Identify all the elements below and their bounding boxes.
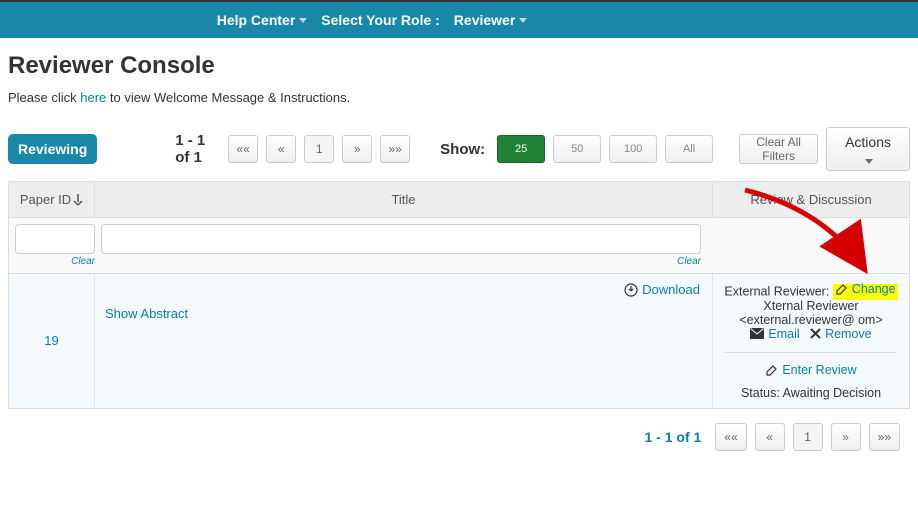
- reviewer-menu[interactable]: Reviewer: [454, 12, 527, 28]
- col-header-paper-id-label: Paper ID: [20, 192, 71, 207]
- download-icon: [624, 283, 638, 297]
- edit-icon: [835, 283, 848, 296]
- change-highlight: Change: [833, 284, 898, 300]
- show-50-button[interactable]: 50: [553, 135, 601, 163]
- enter-review-label: Enter Review: [782, 363, 856, 377]
- remove-link[interactable]: Remove: [810, 327, 872, 341]
- pager-first-button[interactable]: ««: [715, 423, 746, 451]
- pager-page-button[interactable]: 1: [793, 423, 823, 451]
- footer-pager: 1 - 1 of 1 «« « 1 » »»: [8, 409, 910, 471]
- separator: [725, 352, 897, 353]
- grid-header-row: Paper ID Title Review & Discussion: [9, 182, 909, 218]
- instructions-suffix: to view Welcome Message & Instructions.: [106, 90, 350, 105]
- help-center-label: Help Center: [217, 12, 296, 28]
- download-label: Download: [642, 282, 700, 297]
- caret-down-icon: [519, 18, 527, 23]
- col-header-title[interactable]: Title: [95, 182, 713, 217]
- remove-icon: [810, 328, 821, 339]
- download-link[interactable]: Download: [624, 282, 700, 297]
- actions-menu-button[interactable]: Actions: [826, 127, 910, 171]
- instructions: Please click here to view Welcome Messag…: [8, 90, 910, 105]
- enter-review-link[interactable]: Enter Review: [765, 363, 856, 377]
- controls-row: Reviewing 1 - 1 of 1 «« « 1 » »» Show: 2…: [8, 127, 910, 171]
- external-reviewer-label: External Reviewer:: [724, 285, 829, 299]
- page-title: Reviewer Console: [8, 52, 910, 80]
- reviewer-name: Xternal Reviewer: [719, 299, 903, 313]
- col-header-title-label: Title: [391, 192, 415, 207]
- filter-title-input[interactable]: [101, 224, 701, 254]
- filter-rd-cell: [707, 224, 903, 267]
- caret-down-icon: [299, 18, 307, 23]
- actions-label: Actions: [845, 134, 891, 150]
- paper-id-cell: 19: [9, 274, 95, 408]
- show-all-button[interactable]: All: [665, 135, 713, 163]
- caret-down-icon: [865, 159, 873, 164]
- instructions-link[interactable]: here: [80, 90, 106, 105]
- col-header-rd-label: Review & Discussion: [750, 192, 871, 207]
- select-role-label: Select Your Role :: [321, 12, 440, 28]
- reviewing-tab[interactable]: Reviewing: [8, 134, 97, 164]
- email-label: Email: [768, 327, 799, 341]
- filter-paper-id-clear[interactable]: Clear: [15, 256, 95, 267]
- table-row: 19 Download Show Abstract External Revie…: [9, 274, 909, 408]
- pager-first-button[interactable]: ««: [228, 135, 258, 163]
- reviewer-label: Reviewer: [454, 12, 515, 28]
- grid-filter-row: Clear Clear: [9, 218, 909, 274]
- edit-icon: [765, 364, 778, 377]
- pager-last-button[interactable]: »»: [869, 423, 900, 451]
- results-grid: Paper ID Title Review & Discussion Clear…: [8, 181, 910, 409]
- topbar: Help Center Select Your Role : Reviewer: [0, 0, 918, 38]
- title-cell: Download Show Abstract: [95, 274, 713, 408]
- pager-next-button[interactable]: »: [831, 423, 861, 451]
- col-header-paper-id[interactable]: Paper ID: [9, 182, 95, 217]
- show-abstract-link[interactable]: Show Abstract: [105, 306, 188, 321]
- select-role-text: Select Your Role :: [321, 12, 440, 28]
- filter-paper-id-input[interactable]: [15, 224, 95, 254]
- change-link[interactable]: Change: [835, 282, 896, 296]
- review-discussion-cell: External Reviewer: Change Xternal Review…: [713, 274, 909, 408]
- pager-page-button[interactable]: 1: [304, 135, 334, 163]
- pager-bottom-text: 1 - 1 of 1: [644, 429, 701, 445]
- show-label: Show:: [440, 141, 485, 158]
- help-center-menu[interactable]: Help Center: [217, 12, 308, 28]
- clear-all-filters-button[interactable]: Clear All Filters: [739, 134, 818, 164]
- remove-label: Remove: [825, 327, 872, 341]
- show-100-button[interactable]: 100: [609, 135, 657, 163]
- envelope-icon: [750, 328, 764, 339]
- paper-title-text: [105, 282, 702, 296]
- filter-title-clear[interactable]: Clear: [101, 256, 701, 267]
- filter-title-cell: Clear: [101, 224, 701, 267]
- email-link[interactable]: Email: [750, 327, 799, 341]
- col-header-review-discussion: Review & Discussion: [713, 182, 909, 217]
- pager-prev-button[interactable]: «: [266, 135, 296, 163]
- paper-id-link[interactable]: 19: [44, 333, 58, 348]
- reviewer-email-addr: <external.reviewer@ om>: [719, 313, 903, 327]
- change-label: Change: [852, 282, 896, 296]
- pager-top-text: 1 - 1 of 1: [175, 132, 212, 166]
- show-25-button[interactable]: 25: [497, 135, 545, 163]
- filter-paper-id-cell: Clear: [15, 224, 95, 267]
- pager-prev-button[interactable]: «: [755, 423, 785, 451]
- pager-last-button[interactable]: »»: [380, 135, 410, 163]
- sort-down-icon: [73, 194, 83, 206]
- pager-next-button[interactable]: »: [342, 135, 372, 163]
- status-text: Status: Awaiting Decision: [719, 386, 903, 400]
- instructions-prefix: Please click: [8, 90, 80, 105]
